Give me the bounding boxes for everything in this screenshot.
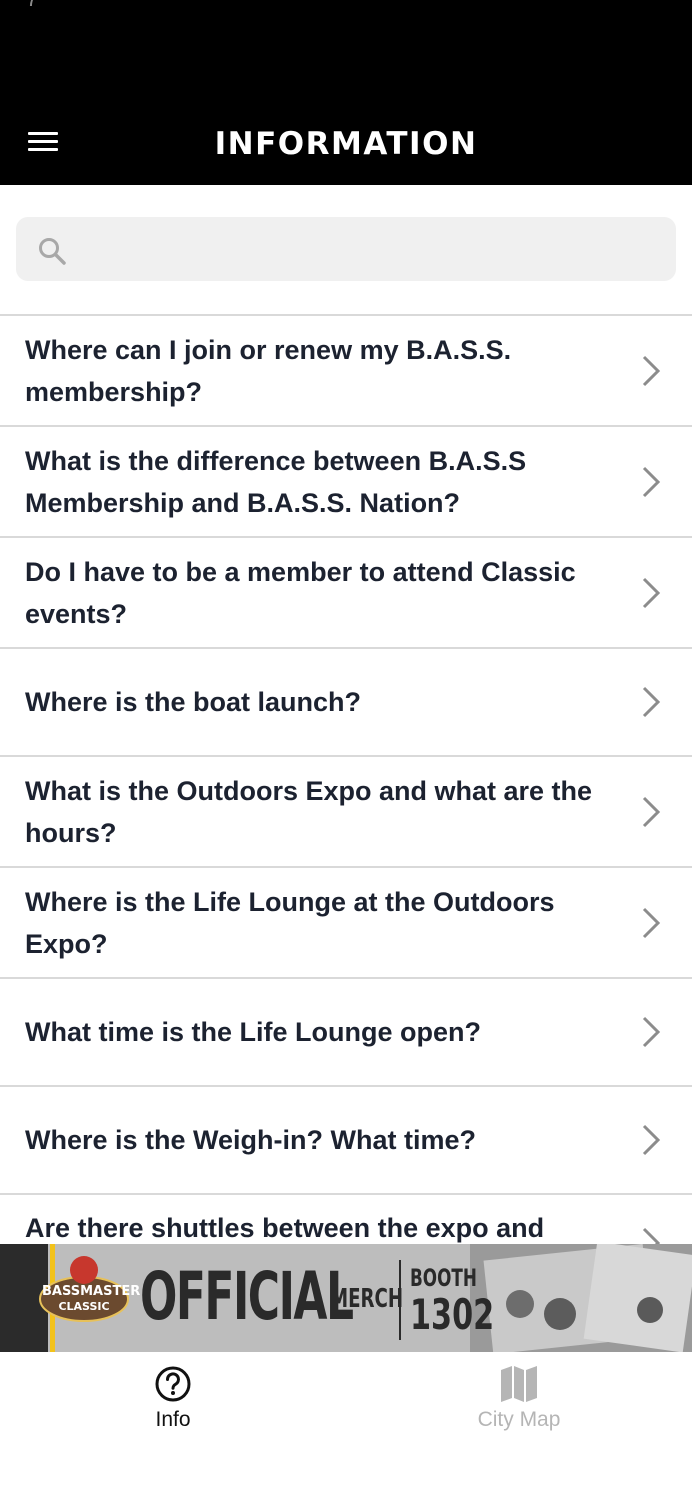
bottom-tab-bar: Info City Map bbox=[0, 1352, 692, 1500]
banner-headline: OFFICIAL bbox=[140, 1258, 354, 1335]
chevron-right-icon bbox=[642, 907, 661, 938]
faq-item-label: Where is the Life Lounge at the Outdoors… bbox=[25, 886, 555, 959]
status-bar: 7 bbox=[0, 0, 692, 100]
faq-item-label: Do I have to be a member to attend Class… bbox=[25, 556, 576, 629]
page-title: INFORMATION bbox=[214, 126, 478, 162]
faq-item-life-lounge-location[interactable]: Where is the Life Lounge at the Outdoors… bbox=[0, 868, 692, 979]
faq-item-membership-vs-nation[interactable]: What is the difference between B.A.S.S M… bbox=[0, 427, 692, 538]
tab-info[interactable]: Info bbox=[0, 1352, 346, 1442]
ad-banner[interactable]: BASSMASTER CLASSIC OFFICIAL MERCH BOOTH … bbox=[0, 1244, 692, 1352]
search-input[interactable] bbox=[80, 225, 664, 275]
faq-item-label: Where can I join or renew my B.A.S.S. me… bbox=[25, 334, 512, 407]
banner-logo-sub: CLASSIC bbox=[58, 1300, 110, 1313]
banner-booth-number: 1302 bbox=[410, 1290, 495, 1339]
faq-item-outdoors-expo[interactable]: What is the Outdoors Expo and what are t… bbox=[0, 757, 692, 868]
chevron-right-icon bbox=[642, 1016, 661, 1048]
faq-item-label: Where is the Weigh-in? What time? bbox=[25, 1125, 477, 1155]
faq-item-member-required[interactable]: Do I have to be a member to attend Class… bbox=[0, 538, 692, 649]
chevron-right-icon bbox=[642, 1124, 661, 1156]
banner-booth-label: BOOTH bbox=[410, 1264, 477, 1292]
tab-info-label: Info bbox=[155, 1408, 191, 1431]
status-text: 7 bbox=[26, 0, 38, 12]
chevron-right-icon bbox=[642, 1227, 661, 1246]
faq-item-boat-launch[interactable]: Where is the boat launch? bbox=[0, 649, 692, 757]
faq-list: Where can I join or renew my B.A.S.S. me… bbox=[0, 314, 692, 1246]
chevron-right-icon bbox=[642, 686, 661, 718]
chevron-right-icon bbox=[642, 355, 661, 386]
chevron-right-icon bbox=[642, 466, 661, 497]
help-circle-icon bbox=[155, 1366, 191, 1402]
faq-item-life-lounge-hours[interactable]: What time is the Life Lounge open? bbox=[0, 979, 692, 1087]
faq-item-label: What is the difference between B.A.S.S M… bbox=[25, 445, 527, 518]
tab-city-map[interactable]: City Map bbox=[346, 1352, 692, 1442]
faq-item-membership[interactable]: Where can I join or renew my B.A.S.S. me… bbox=[0, 316, 692, 427]
chevron-right-icon bbox=[642, 796, 661, 827]
faq-item-label: Are there shuttles between the expo and bbox=[25, 1213, 545, 1243]
faq-item-label: What time is the Life Lounge open? bbox=[25, 1017, 481, 1047]
faq-item-shuttles[interactable]: Are there shuttles between the expo and bbox=[0, 1195, 692, 1246]
search-section bbox=[0, 185, 692, 314]
faq-item-label: What is the Outdoors Expo and what are t… bbox=[25, 775, 593, 848]
search-icon bbox=[39, 238, 66, 265]
banner-logo-text: BASSMASTER bbox=[42, 1284, 141, 1299]
chevron-right-icon bbox=[642, 577, 661, 608]
map-icon bbox=[501, 1366, 537, 1402]
banner-merch: MERCH bbox=[330, 1284, 404, 1314]
faq-item-label: Where is the boat launch? bbox=[25, 687, 362, 717]
app-header: INFORMATION bbox=[0, 100, 692, 185]
tab-city-map-label: City Map bbox=[477, 1408, 561, 1431]
search-bar[interactable] bbox=[16, 217, 676, 281]
faq-item-weigh-in[interactable]: Where is the Weigh-in? What time? bbox=[0, 1087, 692, 1195]
